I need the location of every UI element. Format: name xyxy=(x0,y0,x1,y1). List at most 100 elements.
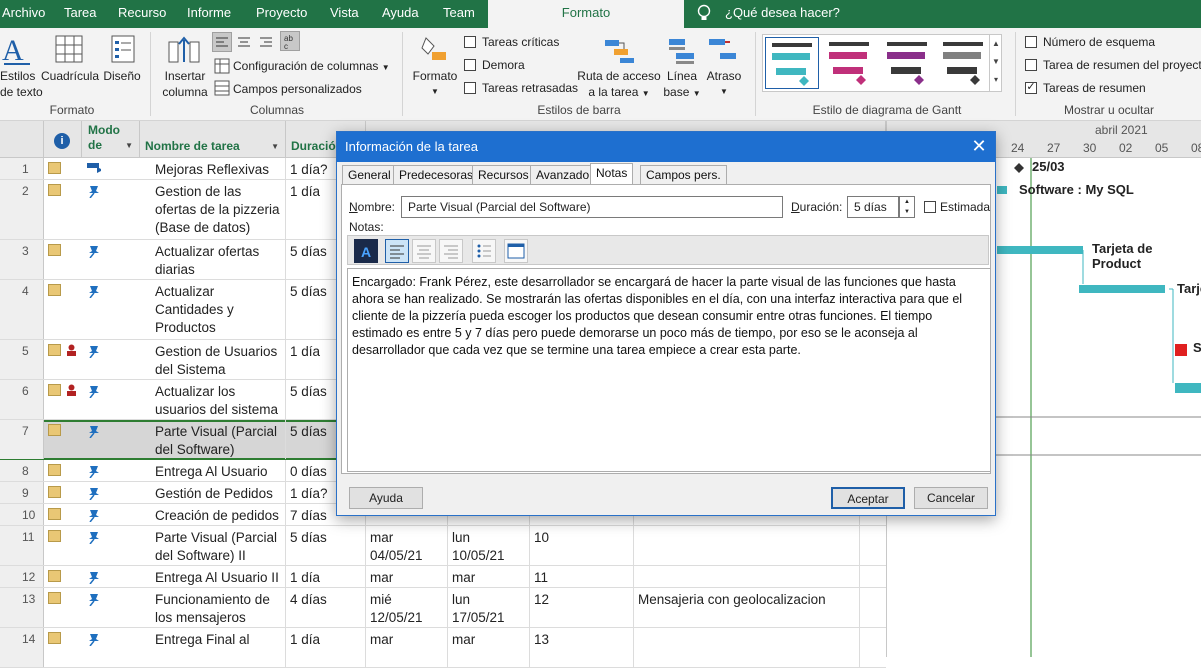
duration-cell[interactable]: 1 día xyxy=(286,628,366,667)
note-icon[interactable] xyxy=(48,344,61,356)
resource-names-cell[interactable]: Mensajeria con geolocalizacion xyxy=(634,588,860,627)
notes-textarea[interactable]: Encargado: Frank Pérez, este desarrollad… xyxy=(347,268,991,472)
task-name-cell[interactable]: Funcionamiento de los mensajeros xyxy=(140,588,286,627)
custom-fields-button[interactable]: Campos personalizados xyxy=(233,81,362,97)
menu-formato-tab[interactable]: Formato xyxy=(488,0,684,28)
note-icon[interactable] xyxy=(48,570,61,582)
cancelar-button[interactable]: Cancelar xyxy=(914,487,988,509)
task-name-cell[interactable]: Creación de pedidos xyxy=(140,504,286,525)
finish-cell[interactable]: lun 10/05/21 xyxy=(448,526,530,565)
row-number[interactable]: 6 xyxy=(0,380,44,419)
menu-ayuda[interactable]: Ayuda xyxy=(382,0,419,28)
note-icon[interactable] xyxy=(48,244,61,256)
tell-me-search[interactable]: ¿Qué desea hacer? xyxy=(725,0,840,28)
aceptar-button[interactable]: Aceptar xyxy=(831,487,905,509)
font-button[interactable]: A xyxy=(354,239,378,263)
note-icon[interactable] xyxy=(48,508,61,520)
task-name-cell[interactable]: Mejoras Reflexivas xyxy=(140,158,286,179)
note-icon[interactable] xyxy=(48,632,61,644)
format-bar-button[interactable]: Formato ▼ xyxy=(410,68,460,100)
slack-checkbox[interactable] xyxy=(464,59,476,71)
tab-predecesoras[interactable]: Predecesoras xyxy=(393,165,480,185)
summary-tasks-checkbox[interactable]: ✓ xyxy=(1025,82,1037,94)
duration-cell[interactable]: 1 día xyxy=(286,566,366,587)
outline-number-checkbox[interactable] xyxy=(1025,36,1037,48)
row-number[interactable]: 5 xyxy=(0,340,44,379)
wrap-text-button[interactable]: ab c xyxy=(280,31,300,51)
menu-proyecto[interactable]: Proyecto xyxy=(256,0,307,28)
tab-general[interactable]: General xyxy=(342,165,397,185)
row-number[interactable]: 11 xyxy=(0,526,44,565)
note-icon[interactable] xyxy=(48,184,61,196)
table-row[interactable]: 12Entrega Al Usuario II1 díamar 11/05/2:… xyxy=(0,566,886,588)
align-center-notes-button[interactable] xyxy=(412,239,436,263)
task-name-cell[interactable]: Gestión de Pedidos xyxy=(140,482,286,503)
duration-cell[interactable]: 5 días xyxy=(286,526,366,565)
text-styles-button[interactable]: Estilos de texto xyxy=(0,68,43,100)
align-left-button[interactable] xyxy=(212,32,232,52)
task-mode-header[interactable]: Modo de ▼ xyxy=(82,121,140,158)
critical-tasks-checkbox[interactable] xyxy=(464,36,476,48)
note-icon[interactable] xyxy=(48,464,61,476)
task-name-cell[interactable]: Actualizar Cantidades y Productos xyxy=(140,280,286,339)
align-right-button[interactable] xyxy=(257,33,275,54)
menu-informe[interactable]: Informe xyxy=(187,0,231,28)
task-path-button[interactable]: Ruta de acceso a la tarea ▼ xyxy=(574,68,664,102)
table-row[interactable]: 13 Funcionamiento de los mensajeros 4 días m… xyxy=(0,588,886,628)
note-icon[interactable] xyxy=(48,162,61,174)
estimada-checkbox[interactable] xyxy=(924,201,936,213)
task-name-cell[interactable]: Parte Visual (Parcial del Software) xyxy=(140,420,286,459)
resource-names-cell[interactable] xyxy=(634,526,860,565)
insert-object-button[interactable] xyxy=(504,239,528,263)
tab-notas[interactable]: Notas xyxy=(590,163,634,185)
row-number[interactable]: 9 xyxy=(0,482,44,503)
task-name-cell[interactable]: Actualizar los usuarios del sistema xyxy=(140,380,286,419)
tab-campos-pers[interactable]: Campos pers. xyxy=(640,165,727,185)
note-icon[interactable] xyxy=(48,384,61,396)
task-name-header[interactable]: Nombre de tarea ▼ xyxy=(140,121,286,158)
task-name-cell[interactable]: Gestion de las ofertas de la pizzeria (Bas… xyxy=(140,180,286,239)
ayuda-button[interactable]: Ayuda xyxy=(349,487,423,509)
menu-recurso[interactable]: Recurso xyxy=(118,0,166,28)
menu-team[interactable]: Team xyxy=(443,0,475,28)
indicators-header[interactable]: i xyxy=(44,121,82,158)
predecessors-cell[interactable]: 13 xyxy=(530,628,634,667)
slippage-button[interactable]: Atraso ▼ xyxy=(704,68,744,100)
task-name-cell[interactable]: Gestion de Usuarios del Sistema xyxy=(140,340,286,379)
table-row[interactable]: 11 Parte Visual (Parcial del Software) II 5… xyxy=(0,526,886,566)
note-icon[interactable] xyxy=(48,530,61,542)
note-icon[interactable] xyxy=(48,284,61,296)
finish-cell[interactable]: mar 11/05/2: xyxy=(448,566,530,587)
start-cell[interactable]: mar 11/05/2: xyxy=(366,566,448,587)
gantt-style-gray[interactable] xyxy=(939,37,989,89)
row-number[interactable]: 10 xyxy=(0,504,44,525)
late-tasks-checkbox[interactable] xyxy=(464,82,476,94)
bullets-button[interactable] xyxy=(472,239,496,263)
align-center-button[interactable] xyxy=(235,33,253,54)
duracion-spinner[interactable]: ▲ ▼ xyxy=(899,196,915,218)
duration-cell[interactable]: 4 días xyxy=(286,588,366,627)
note-icon[interactable] xyxy=(48,424,61,436)
nombre-input[interactable]: Parte Visual (Parcial del Software) xyxy=(401,196,783,218)
gridlines-button[interactable]: Cuadrícula xyxy=(40,68,100,84)
finish-cell[interactable]: mar xyxy=(448,628,530,667)
predecessors-cell[interactable]: 12 xyxy=(530,588,634,627)
task-name-cell[interactable]: Actualizar ofertas diarias xyxy=(140,240,286,279)
insert-column-button[interactable]: Insertar columna xyxy=(158,68,212,100)
task-name-cell[interactable]: Entrega Final al xyxy=(140,628,286,667)
start-cell[interactable]: mar 04/05/21 xyxy=(366,526,448,565)
baseline-button[interactable]: Línea base ▼ xyxy=(662,68,702,102)
predecessors-cell[interactable]: 11 xyxy=(530,566,634,587)
row-number[interactable]: 7 xyxy=(0,420,44,459)
close-icon[interactable]: ✕ xyxy=(969,137,989,157)
project-summary-checkbox[interactable] xyxy=(1025,59,1037,71)
task-name-cell[interactable]: Parte Visual (Parcial del Software) II xyxy=(140,526,286,565)
select-all-corner[interactable] xyxy=(0,121,44,158)
finish-cell[interactable]: lun 17/05/21 xyxy=(448,588,530,627)
row-number[interactable]: 12 xyxy=(0,566,44,587)
row-number[interactable]: 3 xyxy=(0,240,44,279)
task-name-cell[interactable]: Entrega Al Usuario II xyxy=(140,566,286,587)
note-icon[interactable] xyxy=(48,592,61,604)
tab-avanzado[interactable]: Avanzado xyxy=(530,165,596,185)
row-number[interactable]: 4 xyxy=(0,280,44,339)
